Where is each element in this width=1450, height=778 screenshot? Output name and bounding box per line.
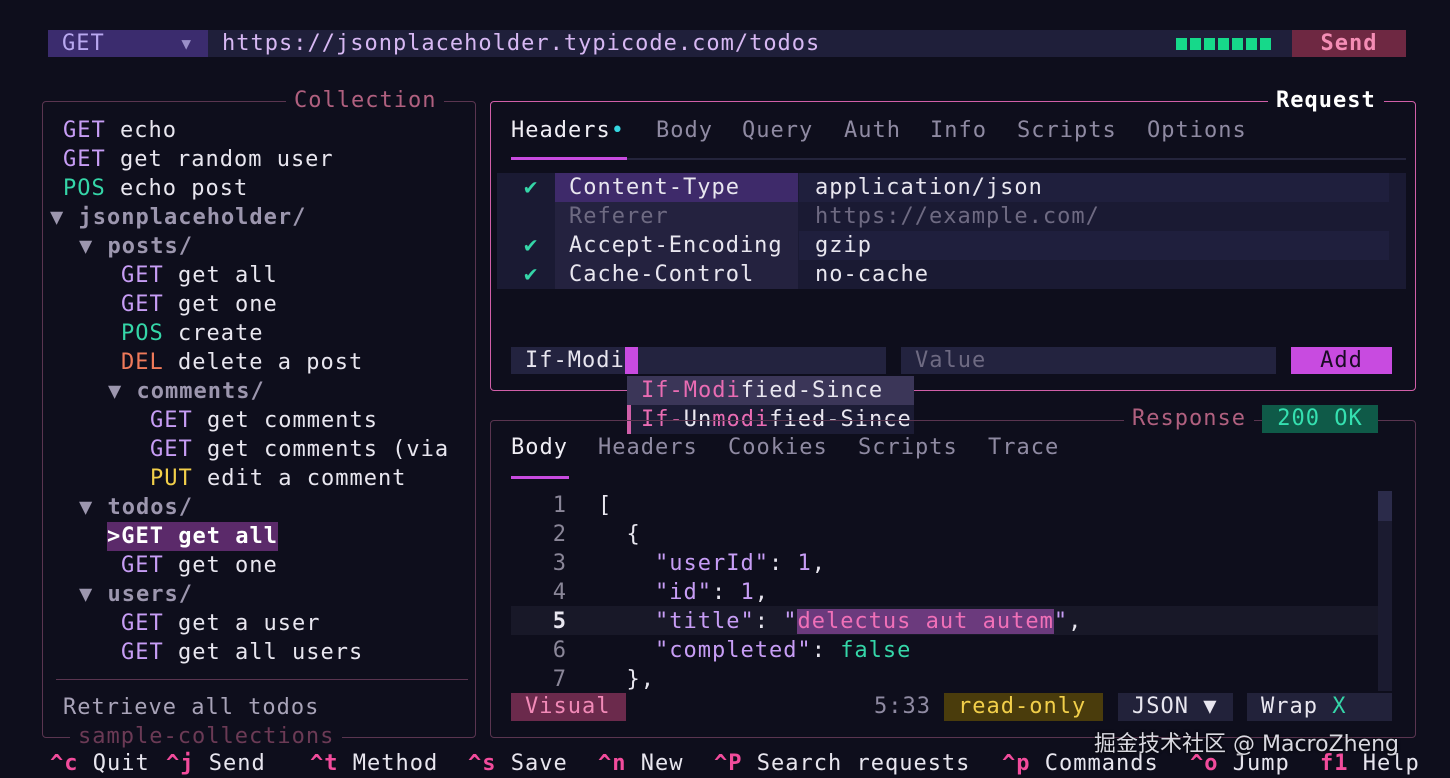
- response-tab-cookies[interactable]: Cookies: [728, 435, 828, 461]
- tab-scripts[interactable]: Scripts: [1017, 118, 1117, 144]
- header-row[interactable]: ✔ Content-Type application/json: [497, 173, 1406, 202]
- tree-item[interactable]: GET get one: [121, 290, 278, 319]
- tree-item[interactable]: GET get a user: [121, 609, 320, 638]
- tree-item[interactable]: GET get comments (via: [150, 435, 449, 464]
- keybind-method[interactable]: ^t Method: [310, 750, 438, 778]
- header-value-input[interactable]: Value: [901, 347, 1276, 374]
- response-tab-body[interactable]: Body: [511, 435, 568, 461]
- keybind-send[interactable]: ^j Send: [166, 750, 266, 778]
- tree-folder[interactable]: ▼ posts/: [79, 232, 193, 261]
- wrap-toggle[interactable]: Wrap X: [1247, 693, 1392, 721]
- line-number: 6: [552, 638, 567, 663]
- add-header-button[interactable]: Add: [1291, 347, 1392, 374]
- method-value: GET: [62, 31, 105, 56]
- response-tab-scripts[interactable]: Scripts: [858, 435, 958, 461]
- url-input[interactable]: https://jsonplaceholder.typicode.com/tod…: [222, 30, 820, 57]
- line-number: 1: [552, 493, 567, 518]
- tab-headers[interactable]: Headers•: [511, 118, 625, 144]
- tree-item[interactable]: GET get all: [121, 261, 278, 290]
- send-button[interactable]: Send: [1292, 30, 1406, 57]
- collection-divider: [56, 679, 468, 680]
- method-select[interactable]: GET ▼: [48, 30, 208, 57]
- collection-tree: GET echo GET get random user POS echo po…: [50, 116, 463, 676]
- collection-name: sample-collections: [70, 724, 343, 750]
- tree-item[interactable]: DEL delete a post: [121, 348, 363, 377]
- collection-title: Collection: [286, 88, 445, 114]
- request-title: Request: [1268, 88, 1384, 114]
- language-select[interactable]: JSON ▼: [1118, 693, 1233, 721]
- keybind-quit[interactable]: ^c Quit: [50, 750, 150, 778]
- tree-item[interactable]: POS echo post: [63, 174, 248, 203]
- tree-item[interactable]: PUT edit a comment: [150, 464, 406, 493]
- readonly-badge: read-only: [944, 693, 1103, 721]
- request-tabs-divider: [511, 158, 1406, 160]
- line-number: 4: [552, 580, 567, 605]
- code-line: [: [598, 493, 613, 518]
- code-line: "title": "delectus aut autem",: [654, 609, 1083, 634]
- request-description: Retrieve all todos: [63, 695, 320, 720]
- autocomplete-item[interactable]: If-Modified-Since: [627, 376, 914, 405]
- tree-folder[interactable]: ▼ users/: [79, 580, 193, 609]
- header-row[interactable]: ✔ Cache-Control no-cache: [497, 260, 1406, 289]
- tree-item[interactable]: GET get random user: [63, 145, 334, 174]
- line-number: 5: [552, 609, 567, 634]
- response-tab-headers[interactable]: Headers: [598, 435, 698, 461]
- tab-auth[interactable]: Auth: [844, 118, 901, 144]
- tab-body[interactable]: Body: [656, 118, 713, 144]
- header-row[interactable]: Referer https://example.com/: [497, 202, 1406, 231]
- code-line: },: [598, 667, 655, 692]
- tree-folder[interactable]: ▼ comments/: [108, 377, 265, 406]
- header-key-input[interactable]: If-Modi: [511, 347, 886, 374]
- check-icon[interactable]: ✔: [524, 231, 538, 260]
- scrollbar-thumb[interactable]: [1378, 491, 1392, 521]
- mode-indicator: Visual: [511, 693, 626, 721]
- text-cursor: [624, 347, 638, 374]
- tree-item[interactable]: GET echo: [63, 116, 177, 145]
- tree-item-selected[interactable]: >GET get all: [107, 522, 278, 551]
- progress-bar: [1176, 38, 1271, 50]
- header-row[interactable]: ✔ Accept-Encoding gzip: [497, 231, 1406, 260]
- response-tab-trace[interactable]: Trace: [988, 435, 1059, 461]
- response-active-tab-indicator: [511, 476, 569, 479]
- cursor-position: 5:33: [874, 694, 931, 719]
- tree-folder[interactable]: ▼ todos/: [79, 493, 193, 522]
- response-scrollbar[interactable]: [1378, 491, 1392, 691]
- check-icon[interactable]: ✔: [524, 173, 538, 202]
- check-icon[interactable]: ✔: [524, 260, 538, 289]
- tree-item[interactable]: GET get one: [121, 551, 278, 580]
- code-line: "completed": false: [654, 638, 912, 663]
- chevron-down-icon: ▼: [181, 34, 192, 53]
- wrap-state: X: [1332, 694, 1347, 719]
- keybind-search[interactable]: ^P Search requests: [714, 750, 970, 778]
- watermark: 掘金技术社区 @ MacroZheng: [1094, 732, 1400, 757]
- keybind-new[interactable]: ^n New: [598, 750, 684, 778]
- line-number: 2: [552, 522, 567, 547]
- tab-options[interactable]: Options: [1147, 118, 1247, 144]
- line-number: 7: [552, 667, 567, 692]
- tab-info[interactable]: Info: [930, 118, 987, 144]
- code-line: "id": 1,: [654, 580, 769, 605]
- tree-folder[interactable]: ▼ jsonplaceholder/: [50, 203, 306, 232]
- tab-query[interactable]: Query: [742, 118, 813, 144]
- response-title: Response: [1124, 406, 1254, 432]
- status-badge: 200 OK: [1262, 405, 1378, 433]
- line-number: 3: [552, 551, 567, 576]
- tree-item[interactable]: GET get comments: [150, 406, 378, 435]
- tree-item[interactable]: POS create: [121, 319, 263, 348]
- keybind-save[interactable]: ^s Save: [468, 750, 568, 778]
- tree-item[interactable]: GET get all users: [121, 638, 363, 667]
- active-tab-indicator: [511, 157, 627, 160]
- code-line: "userId": 1,: [654, 551, 826, 576]
- selection-highlight: delectus aut autem: [797, 609, 1054, 634]
- code-line: {: [598, 522, 641, 547]
